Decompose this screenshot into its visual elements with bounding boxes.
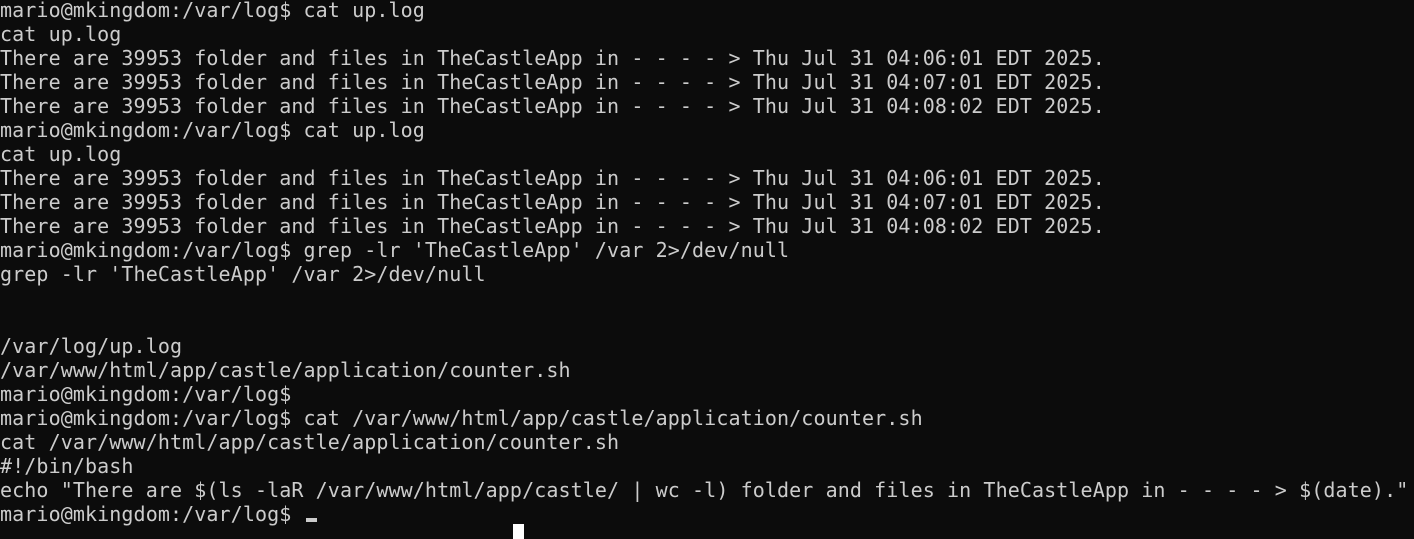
mouse-caret-icon (513, 524, 524, 539)
terminal-line: cat /var/www/html/app/castle/application… (0, 430, 620, 454)
terminal-line: mario@mkingdom:/var/log$ (0, 382, 292, 406)
terminal-line: mario@mkingdom:/var/log$ grep -lr 'TheCa… (0, 238, 790, 262)
terminal-line: /var/www/html/app/castle/application/cou… (0, 358, 571, 382)
terminal-line: #!/bin/bash (0, 454, 134, 478)
terminal-prompt-line[interactable]: mario@mkingdom:/var/log$ (0, 502, 1414, 526)
terminal-line: echo "There are $(ls -laR /var/www/html/… (0, 478, 1409, 502)
terminal-line: mario@mkingdom:/var/log$ cat /var/www/ht… (0, 406, 923, 430)
terminal-line: There are 39953 folder and files in TheC… (0, 94, 1105, 118)
terminal-line: There are 39953 folder and files in TheC… (0, 70, 1105, 94)
terminal-window[interactable]: mario@mkingdom:/var/log$ cat up.log cat … (0, 0, 1414, 539)
terminal-line: There are 39953 folder and files in TheC… (0, 190, 1105, 214)
terminal-line: grep -lr 'TheCastleApp' /var 2>/dev/null (0, 262, 486, 286)
terminal-line: mario@mkingdom:/var/log$ cat up.log (0, 0, 425, 22)
terminal-line: There are 39953 folder and files in TheC… (0, 214, 1105, 238)
terminal-line: There are 39953 folder and files in TheC… (0, 46, 1105, 70)
terminal-line: There are 39953 folder and files in TheC… (0, 166, 1105, 190)
terminal-line: cat up.log (0, 142, 122, 166)
text-cursor (305, 518, 317, 522)
terminal-line: mario@mkingdom:/var/log$ cat up.log (0, 118, 425, 142)
terminal-line: /var/log/up.log (0, 334, 183, 358)
terminal-line: cat up.log (0, 22, 122, 46)
terminal-prompt: mario@mkingdom:/var/log$ (0, 502, 304, 526)
